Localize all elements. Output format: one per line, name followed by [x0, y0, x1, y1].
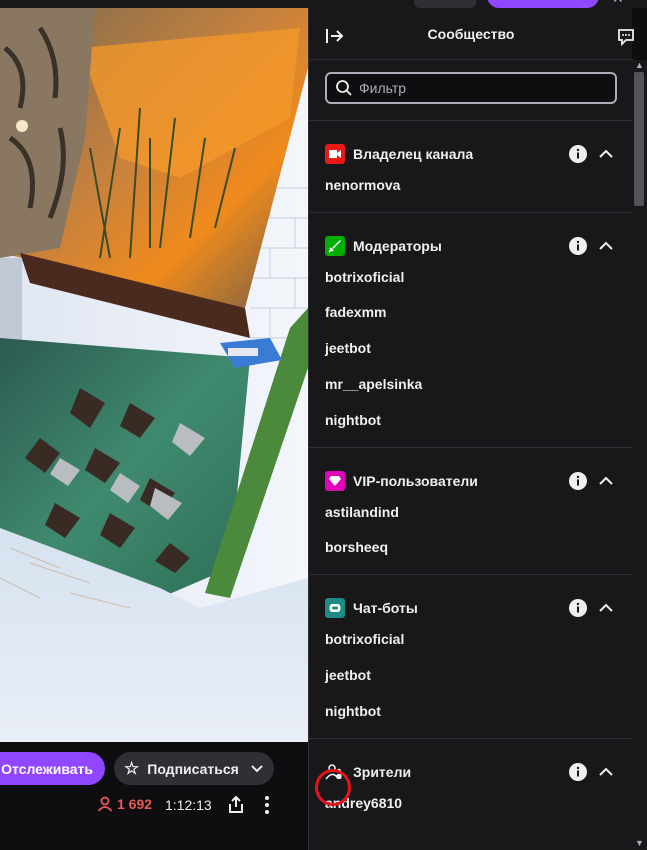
chat-bubble-icon[interactable] [617, 28, 635, 46]
chevron-up-icon[interactable] [599, 241, 613, 251]
info-icon[interactable] [569, 236, 587, 255]
viewer-count: 1 692 [97, 796, 152, 812]
section-header: Владелец канала [309, 141, 633, 167]
info-icon[interactable] [569, 471, 587, 490]
top-bar: ✕ [0, 0, 647, 8]
user-list-item[interactable]: nenormova [309, 167, 633, 203]
section-header: VIP-пользователи [309, 468, 633, 494]
user-list-item[interactable]: botrixoficial [309, 259, 633, 295]
star-icon: ☆ [124, 759, 140, 778]
panel-title: Сообщество [427, 25, 515, 42]
subscribe-label: Подписаться [147, 760, 239, 777]
search-icon [336, 80, 352, 96]
user-list-item[interactable]: andrey6810 [309, 785, 633, 821]
info-icon[interactable] [569, 145, 587, 163]
chevron-up-icon[interactable] [599, 476, 613, 486]
section-header: Модераторы [309, 233, 633, 259]
chevron-up-icon[interactable] [599, 767, 613, 777]
more-options-icon[interactable] [262, 795, 272, 815]
follow-button[interactable]: Отслеживать [0, 752, 105, 785]
user-list-item[interactable]: botrixoficial [309, 621, 633, 657]
top-secondary-button[interactable] [414, 0, 476, 8]
person-icon [97, 796, 113, 812]
section-4: Зрители andrey6810 [309, 737, 633, 830]
camera-icon [325, 144, 345, 164]
info-icon[interactable] [569, 599, 587, 618]
top-close-icon[interactable]: ✕ [612, 0, 636, 6]
user-list-item[interactable]: fadexmm [309, 295, 633, 331]
collapse-panel-icon[interactable] [325, 28, 345, 44]
robot-icon [325, 598, 345, 619]
user-sections: Владелец канала nenormova Модераторы botrix… [309, 120, 633, 830]
user-list-item[interactable]: astilandind [309, 494, 633, 530]
info-icon[interactable] [569, 762, 587, 781]
section-0: Владелец канала nenormova [309, 120, 633, 212]
channel-info-bar: Отслеживать ☆ Подписаться 1 692 1:12:13 [0, 742, 308, 850]
section-title: Владелец канала [353, 146, 474, 162]
scrollbar[interactable]: ▲ ▼ [632, 60, 647, 850]
section-3: Чат-боты botrixoficial jeetbot nightbot [309, 574, 633, 737]
share-icon[interactable] [228, 796, 244, 814]
filter-field[interactable] [325, 72, 617, 104]
section-1: Модераторы botrixoficial fadexmm jeetbot mr_… [309, 211, 633, 447]
section-header: Чат-боты [309, 595, 633, 621]
scroll-down-icon[interactable]: ▼ [635, 838, 644, 848]
panel-header: Сообщество [309, 8, 635, 60]
section-title: Модераторы [353, 237, 442, 254]
user-list-item[interactable]: jeetbot [309, 330, 633, 366]
video-frame [0, 8, 308, 742]
section-title: VIP-пользователи [353, 472, 478, 489]
user-list-item[interactable]: nightbot [309, 693, 633, 729]
scrollbar-thumb[interactable] [634, 72, 644, 206]
video-player[interactable] [0, 8, 308, 742]
user-list-item[interactable]: borsheeq [309, 530, 633, 566]
subscribe-button[interactable]: ☆ Подписаться [114, 752, 274, 785]
community-panel: Сообщество Владелец канала nenormova Модер… [308, 8, 635, 850]
diamond-icon [325, 470, 345, 491]
chevron-up-icon[interactable] [599, 603, 613, 613]
filter-input[interactable] [359, 80, 599, 96]
stream-uptime: 1:12:13 [165, 797, 212, 813]
viewer-count-value: 1 692 [117, 796, 153, 812]
section-title: Зрители [353, 763, 412, 780]
user-list-item[interactable]: mr__apelsinka [309, 366, 633, 402]
highlight-circle [315, 769, 351, 806]
top-primary-button[interactable] [487, 0, 599, 8]
chevron-up-icon[interactable] [599, 149, 613, 159]
section-2: VIP-пользователи astilandind borsheeq [309, 446, 633, 575]
user-list-item[interactable]: jeetbot [309, 657, 633, 693]
section-title: Чат-боты [353, 600, 418, 617]
sword-icon [325, 235, 345, 256]
user-list-item[interactable]: nightbot [309, 402, 633, 438]
scroll-up-icon[interactable]: ▲ [635, 60, 644, 70]
section-header: Зрители [309, 759, 633, 785]
chevron-down-icon [251, 764, 263, 772]
